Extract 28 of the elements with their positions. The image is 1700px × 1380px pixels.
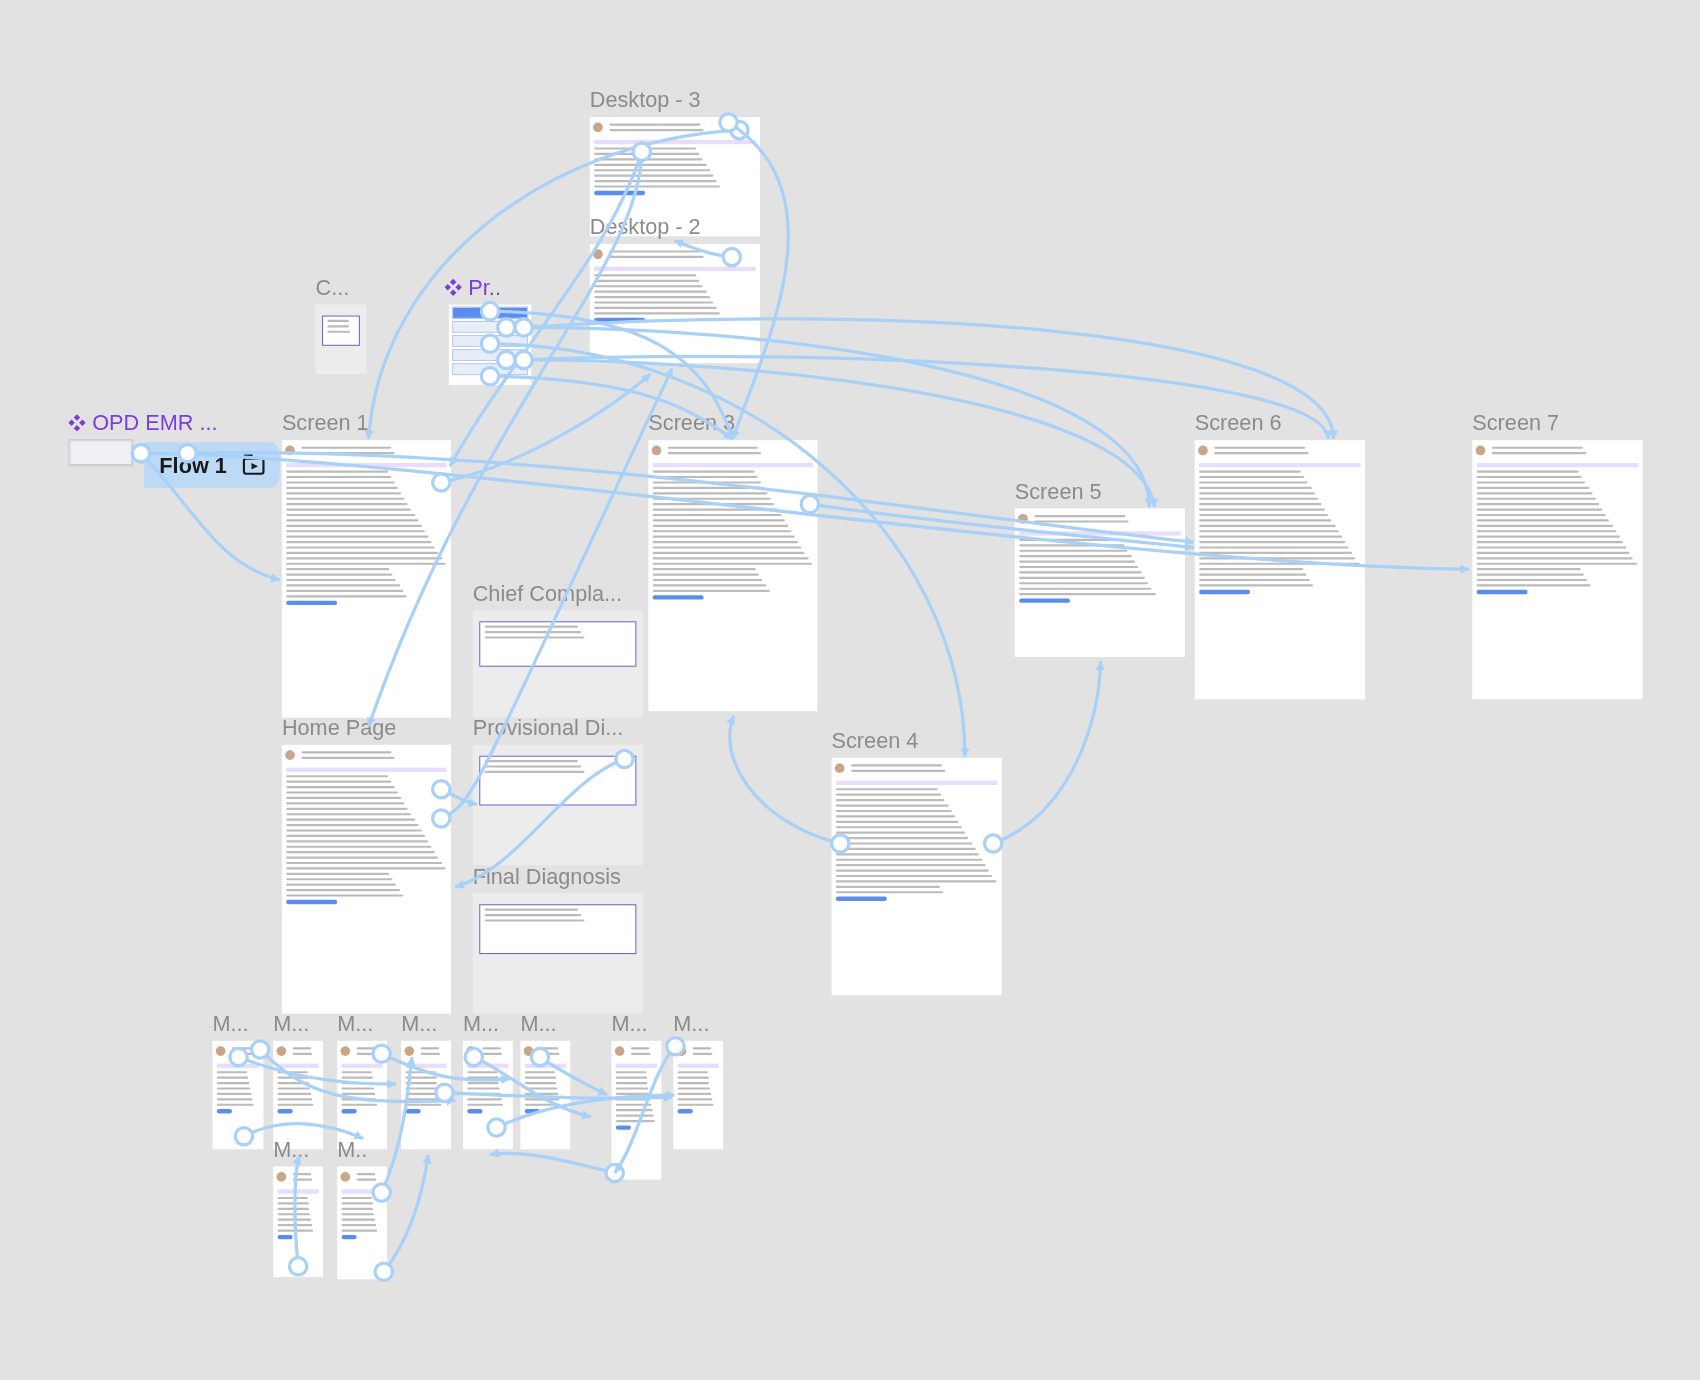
component-label[interactable]: OPD EMR ... — [92, 409, 218, 436]
frame-label[interactable]: M... — [212, 1010, 249, 1037]
play-icon — [242, 454, 266, 476]
frame-label[interactable]: M... — [611, 1010, 648, 1037]
frame-label[interactable]: M... — [273, 1010, 310, 1037]
frame-label[interactable]: M... — [520, 1010, 557, 1037]
frame-label[interactable]: M... — [337, 1010, 374, 1037]
frame-label[interactable]: M... — [273, 1136, 310, 1163]
frame-label[interactable]: M.. — [337, 1136, 368, 1163]
frame-label[interactable]: M... — [462, 1010, 500, 1037]
frame-label[interactable]: M... — [673, 1010, 710, 1037]
component-icon — [444, 278, 462, 296]
screen-drawing — [315, 304, 367, 375]
connector-arrow[interactable] — [130, 442, 281, 583]
frame-label[interactable]: Provisional Di... — [472, 714, 624, 741]
frame-label[interactable]: Screen 1 — [281, 409, 369, 436]
frame-label[interactable]: Screen 4 — [831, 727, 919, 754]
frame-label[interactable]: Screen 7 — [1472, 409, 1560, 436]
frame-label[interactable]: Home Page — [281, 714, 397, 741]
frame-label[interactable]: M... — [401, 1010, 438, 1037]
frame-label[interactable]: C... — [315, 274, 350, 301]
component-icon — [68, 414, 86, 432]
frame-label[interactable]: Screen 5 — [1014, 478, 1102, 505]
frame-label[interactable]: Desktop - 3 — [589, 86, 701, 113]
component-label[interactable]: Pr.. — [468, 274, 501, 301]
frame-label[interactable]: Chief Compla... — [472, 580, 623, 607]
component-drawing — [68, 439, 134, 467]
frame-label[interactable]: Screen 6 — [1194, 409, 1282, 436]
